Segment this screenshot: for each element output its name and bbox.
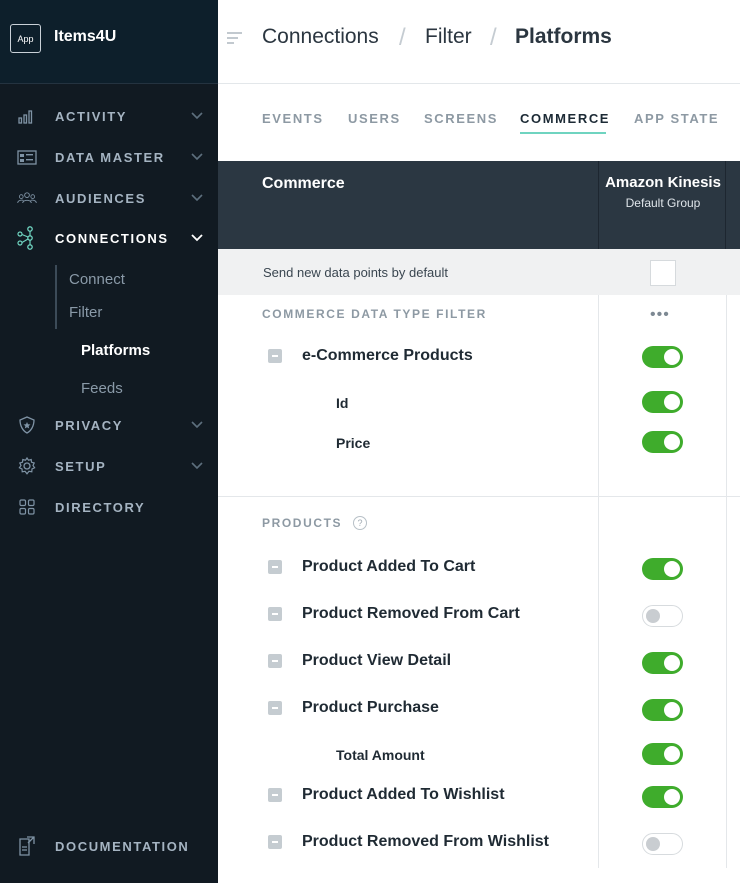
row-label: Id xyxy=(336,395,349,411)
sidebar-item-privacy[interactable]: PRIVACY xyxy=(0,410,218,440)
sidebar-subitem-feeds[interactable]: Feeds xyxy=(81,380,123,397)
toggle-switch[interactable] xyxy=(642,652,683,674)
sidebar-subitem-connect[interactable]: Connect xyxy=(69,271,125,288)
column-name: Amazon Kinesis xyxy=(605,174,721,191)
default-checkbox[interactable] xyxy=(650,260,676,286)
app-badge[interactable]: App xyxy=(10,24,41,53)
row-label: Total Amount xyxy=(336,747,425,763)
tab-commerce[interactable]: COMMERCE xyxy=(520,111,610,126)
collapse-icon[interactable] xyxy=(268,835,282,849)
sidebar-item-label: PRIVACY xyxy=(55,417,124,433)
footer-gap xyxy=(218,868,740,883)
table-title: Commerce xyxy=(262,175,345,192)
column-group: Default Group xyxy=(625,196,701,210)
default-row: Send new data points by default xyxy=(218,249,740,295)
toggle-switch[interactable] xyxy=(642,605,683,627)
section-label: COMMERCE DATA TYPE FILTER xyxy=(262,307,487,321)
tab-users[interactable]: USERS xyxy=(348,111,401,126)
column-divider xyxy=(598,295,599,870)
header: Connections / Filter / Platforms xyxy=(218,0,740,84)
collapse-icon[interactable] xyxy=(268,701,282,715)
sidebar-item-label: DOCUMENTATION xyxy=(55,838,190,854)
sidebar: App Items4U ACTIVITY DATA MASTER AUDIENC… xyxy=(0,0,218,883)
toggle-switch[interactable] xyxy=(642,558,683,580)
row-label: Product Added To Cart xyxy=(302,558,476,575)
section-label: PRODUCTS xyxy=(262,516,343,530)
breadcrumb-platforms: Platforms xyxy=(515,25,612,48)
row-label: Product Removed From Cart xyxy=(302,605,520,622)
document-icon xyxy=(17,836,37,856)
chevron-down-icon xyxy=(190,459,204,473)
collapse-icon[interactable] xyxy=(268,788,282,802)
chevron-down-icon xyxy=(190,418,204,432)
column-divider xyxy=(726,295,727,870)
table-icon xyxy=(17,147,37,167)
sidebar-item-activity[interactable]: ACTIVITY xyxy=(0,101,218,131)
shield-icon xyxy=(17,415,37,435)
help-icon[interactable]: ? xyxy=(353,516,367,530)
toggle-switch[interactable] xyxy=(642,699,683,721)
row-label: Price xyxy=(336,435,371,451)
row-label: Product View Detail xyxy=(302,652,452,669)
sidebar-item-label: AUDIENCES xyxy=(55,190,146,206)
chevron-down-icon xyxy=(190,231,204,245)
sidebar-item-connections[interactable]: CONNECTIONS xyxy=(0,223,218,253)
sidebar-subitem-platforms[interactable]: Platforms xyxy=(81,342,150,359)
sidebar-item-directory[interactable]: DIRECTORY xyxy=(0,492,218,522)
row-label: Product Purchase xyxy=(302,699,439,716)
app-header: App Items4U xyxy=(0,0,218,84)
default-row-label: Send new data points by default xyxy=(263,265,449,280)
sidebar-item-data-master[interactable]: DATA MASTER xyxy=(0,142,218,172)
tab-screens[interactable]: SCREENS xyxy=(424,111,498,126)
chevron-down-icon xyxy=(190,109,204,123)
collapse-icon[interactable] xyxy=(268,607,282,621)
sidebar-item-label: DATA MASTER xyxy=(55,149,165,165)
sidebar-item-documentation[interactable]: DOCUMENTATION xyxy=(0,831,218,861)
more-options-icon[interactable]: ••• xyxy=(650,306,670,324)
people-icon xyxy=(17,188,37,208)
toggle-switch[interactable] xyxy=(642,833,683,855)
connections-icon xyxy=(17,226,37,250)
table-header: Commerce Amazon Kinesis Default Group xyxy=(218,161,740,249)
gear-icon xyxy=(17,456,37,476)
chevron-down-icon xyxy=(190,150,204,164)
toggle-switch[interactable] xyxy=(642,431,683,453)
chevron-down-icon xyxy=(190,191,204,205)
row-label: Product Removed From Wishlist xyxy=(302,833,549,850)
sidebar-item-setup[interactable]: SETUP xyxy=(0,451,218,481)
toggle-switch[interactable] xyxy=(642,743,683,765)
tab-events[interactable]: EVENTS xyxy=(262,111,324,126)
breadcrumb-separator: / xyxy=(490,24,497,51)
tab-app-state[interactable]: APP STATE xyxy=(634,111,719,126)
column-header-amazon-kinesis[interactable]: Amazon Kinesis Default Group xyxy=(598,161,726,249)
sidebar-item-label: ACTIVITY xyxy=(55,108,128,124)
collapse-icon[interactable] xyxy=(268,349,282,363)
toggle-switch[interactable] xyxy=(642,346,683,368)
row-label: Product Added To Wishlist xyxy=(302,786,505,803)
breadcrumb-filter[interactable]: Filter xyxy=(425,25,472,49)
row-label: e-Commerce Products xyxy=(302,347,473,364)
breadcrumb-separator: / xyxy=(399,24,406,51)
sidebar-item-audiences[interactable]: AUDIENCES xyxy=(0,183,218,213)
app-name[interactable]: Items4U xyxy=(54,28,116,46)
grid-icon xyxy=(17,497,37,517)
toggle-switch[interactable] xyxy=(642,391,683,413)
breadcrumb-connections[interactable]: Connections xyxy=(262,25,379,49)
bar-chart-icon xyxy=(17,106,37,126)
submenu-line xyxy=(55,265,57,329)
sidebar-subitem-filter[interactable]: Filter xyxy=(69,304,102,321)
sidebar-item-label: DIRECTORY xyxy=(55,499,146,515)
menu-icon[interactable] xyxy=(227,30,243,46)
section-divider xyxy=(218,496,740,497)
sidebar-item-label: CONNECTIONS xyxy=(55,230,169,246)
collapse-icon[interactable] xyxy=(268,560,282,574)
toggle-switch[interactable] xyxy=(642,786,683,808)
sidebar-item-label: SETUP xyxy=(55,458,107,474)
active-tab-indicator xyxy=(520,132,606,134)
collapse-icon[interactable] xyxy=(268,654,282,668)
